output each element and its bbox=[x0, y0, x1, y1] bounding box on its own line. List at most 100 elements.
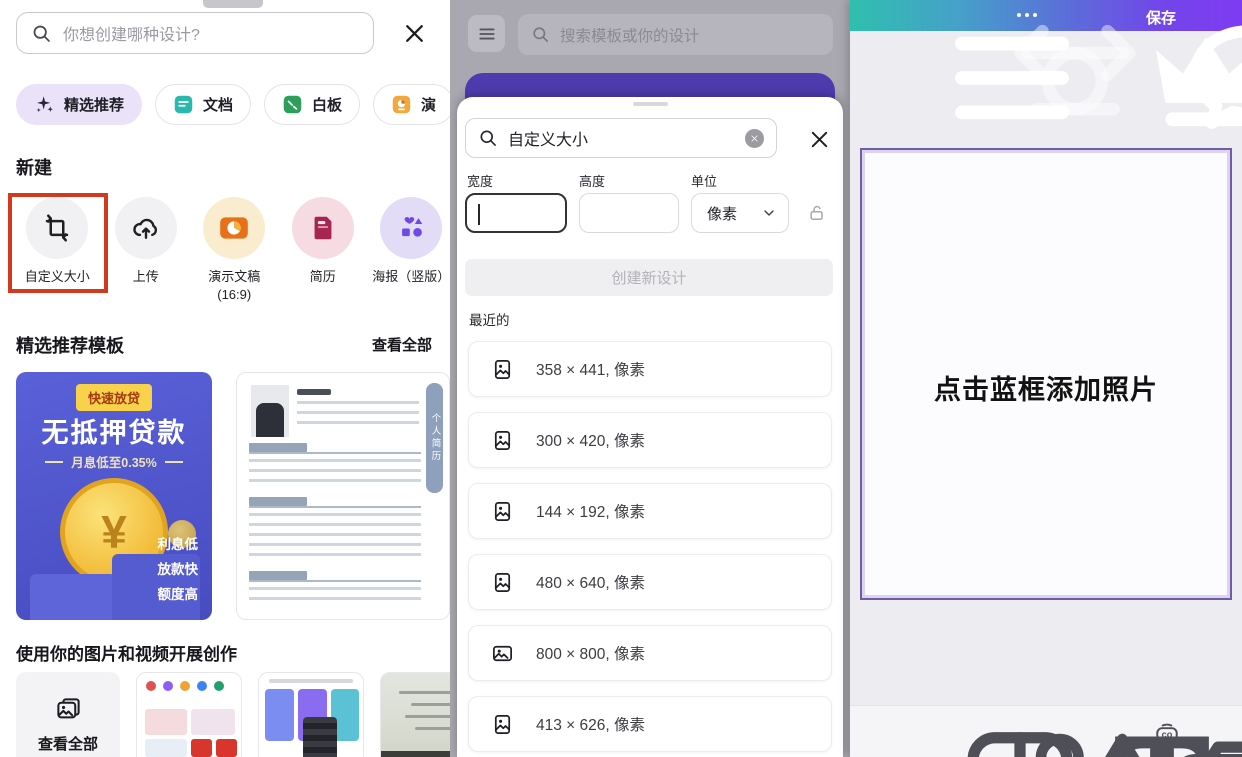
resume-doc-icon bbox=[308, 213, 338, 243]
close-button[interactable] bbox=[392, 11, 436, 55]
camera-tool-button[interactable] bbox=[1083, 719, 1109, 745]
height-field[interactable] bbox=[579, 193, 679, 233]
unit-label: 单位 bbox=[691, 171, 717, 190]
screenshot-root: 你想创建哪种设计? 精选推荐 文档 白板 演 新建 bbox=[0, 0, 1242, 757]
portrait-image-icon bbox=[491, 713, 514, 736]
menu-button[interactable] bbox=[468, 15, 505, 52]
chip-presentation[interactable]: 演 bbox=[373, 84, 450, 125]
search-icon bbox=[531, 25, 550, 44]
recent-size-item[interactable]: 800 × 800, 像素 bbox=[468, 625, 832, 681]
poster-bullets: 利息低 放款快 额度高 bbox=[158, 533, 199, 608]
canvas-hint-text: 点击蓝框添加照片 bbox=[862, 368, 1230, 407]
templates-section-title: 精选推荐模板 bbox=[16, 332, 124, 358]
recent-size-item[interactable]: 300 × 420, 像素 bbox=[468, 412, 832, 468]
close-icon bbox=[402, 21, 427, 46]
presentation-icon bbox=[391, 94, 412, 115]
recent-size-item[interactable]: 413 × 626, 像素 bbox=[468, 696, 832, 752]
create-design-button[interactable]: 创建新设计 bbox=[465, 259, 833, 296]
search-icon bbox=[478, 128, 498, 148]
lock-open-icon[interactable] bbox=[807, 203, 827, 223]
chip-label: 文档 bbox=[203, 94, 233, 115]
templates-view-all-link[interactable]: 查看全部 bbox=[372, 334, 432, 355]
cloud-upload-icon bbox=[131, 213, 161, 243]
chip-featured[interactable]: 精选推荐 bbox=[16, 84, 142, 125]
size-search-input[interactable]: 自定义大小 bbox=[465, 118, 777, 158]
document-icon bbox=[173, 94, 194, 115]
recent-size-item[interactable]: 144 × 192, 像素 bbox=[468, 483, 832, 539]
new-item-poster[interactable]: 海报（竖版） bbox=[367, 197, 450, 303]
media-thumbnail[interactable] bbox=[136, 672, 242, 757]
poster-subtitle: 月息低至0.35% bbox=[16, 452, 212, 471]
loan-poster-template[interactable]: 快速放贷 无抵押贷款 月息低至0.35% ¥ 利息低 放款快 额度高 bbox=[16, 372, 212, 620]
unit-select[interactable]: 像素 bbox=[691, 193, 789, 233]
design-search-input[interactable]: 你想创建哪种设计? bbox=[16, 12, 374, 54]
resume-rule bbox=[249, 452, 421, 454]
search-placeholder: 搜索模板或你的设计 bbox=[560, 24, 700, 46]
sheet-close-button[interactable] bbox=[805, 125, 833, 153]
cloud-upload-icon bbox=[1225, 719, 1242, 757]
media-thumbnail[interactable] bbox=[380, 672, 450, 757]
recent-size-item[interactable]: 480 × 640, 像素 bbox=[468, 554, 832, 610]
text-tool-button[interactable] bbox=[1012, 719, 1038, 745]
redo-button[interactable] bbox=[945, 3, 970, 28]
portrait-image-icon bbox=[491, 429, 514, 452]
stock-tool-button[interactable]: co bbox=[1154, 719, 1180, 745]
resume-photo bbox=[251, 385, 289, 437]
resume-side-tab: 个人简历 bbox=[426, 383, 443, 493]
media-section-title: 使用你的图片和视频开展创作 bbox=[16, 640, 237, 665]
elements-tool-button[interactable] bbox=[941, 719, 967, 745]
save-button[interactable]: 保存 bbox=[1146, 7, 1176, 28]
search-icon bbox=[31, 23, 52, 44]
upload-tool-button[interactable] bbox=[1225, 719, 1242, 745]
new-design-row: 自定义大小 上传 演示文稿(16:9) 简历 bbox=[13, 197, 450, 303]
menu-button[interactable] bbox=[862, 3, 887, 28]
hamburger-icon bbox=[477, 24, 497, 44]
share-button[interactable] bbox=[1206, 3, 1231, 28]
new-item-upload[interactable]: 上传 bbox=[102, 197, 191, 303]
media-view-all-tile[interactable]: 查看全部 bbox=[16, 672, 120, 757]
chip-whiteboard[interactable]: 白板 bbox=[264, 84, 360, 125]
chip-label: 精选推荐 bbox=[64, 94, 124, 115]
create-panel: 你想创建哪种设计? 精选推荐 文档 白板 演 新建 bbox=[0, 0, 450, 757]
premium-button[interactable] bbox=[1056, 3, 1081, 28]
new-item-resume[interactable]: 简历 bbox=[279, 197, 368, 303]
design-canvas[interactable]: 点击蓝框添加照片 bbox=[860, 148, 1232, 600]
new-item-presentation[interactable]: 演示文稿(16:9) bbox=[190, 197, 279, 303]
size-text: 480 × 640, 像素 bbox=[536, 571, 645, 593]
custom-size-overlay: 搜索模板或你的设计 自定义大小 宽度 高度 单位 像素 bbox=[450, 0, 850, 757]
editor-toolbar: 保存 bbox=[850, 0, 1242, 31]
undo-button[interactable] bbox=[905, 3, 930, 28]
more-button[interactable] bbox=[1017, 13, 1037, 17]
comments-button[interactable] bbox=[1099, 3, 1124, 28]
template-search-input[interactable]: 搜索模板或你的设计 bbox=[518, 14, 833, 55]
close-icon bbox=[808, 128, 831, 151]
chevron-down-icon bbox=[761, 205, 777, 221]
poster-title: 无抵押贷款 bbox=[16, 411, 212, 450]
resume-lines bbox=[249, 513, 421, 563]
recent-section-title: 最近的 bbox=[469, 309, 510, 329]
templates-tool-button[interactable] bbox=[870, 719, 896, 745]
new-item-custom-size[interactable]: 自定义大小 bbox=[13, 197, 102, 303]
width-field[interactable] bbox=[465, 193, 567, 233]
poster-badge: 快速放贷 bbox=[76, 384, 152, 411]
clear-icon bbox=[750, 134, 759, 143]
new-item-label: 简历 bbox=[310, 268, 336, 286]
width-label: 宽度 bbox=[467, 171, 493, 190]
chip-docs[interactable]: 文档 bbox=[155, 84, 251, 125]
resume-name-line bbox=[297, 389, 331, 395]
editor-bottom-toolbar: co bbox=[850, 705, 1242, 757]
custom-size-sheet: 自定义大小 宽度 高度 单位 像素 创建新设计 最近的 35 bbox=[457, 97, 843, 757]
resume-template[interactable]: 个人简历 bbox=[236, 372, 450, 620]
drag-handle[interactable] bbox=[633, 102, 668, 106]
crop-icon bbox=[42, 213, 72, 243]
height-label: 高度 bbox=[579, 171, 605, 190]
recent-size-item[interactable]: 358 × 441, 像素 bbox=[468, 341, 832, 397]
clear-search-button[interactable] bbox=[745, 129, 764, 148]
media-thumbnail[interactable] bbox=[258, 672, 364, 757]
resume-lines bbox=[249, 459, 421, 489]
images-icon bbox=[55, 696, 82, 723]
stock-badge-icon: co bbox=[1154, 719, 1180, 745]
resume-rule bbox=[249, 580, 421, 582]
new-item-label: 自定义大小 bbox=[25, 268, 90, 286]
new-section-title: 新建 bbox=[16, 154, 52, 180]
